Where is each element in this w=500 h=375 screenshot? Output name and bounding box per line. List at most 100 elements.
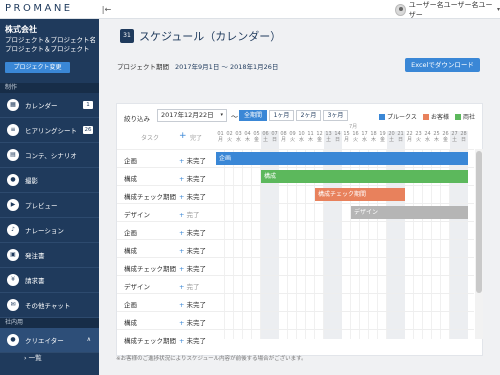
sidebar-item-invoice[interactable]: ¥ 請求書 [0, 268, 99, 293]
task-name[interactable]: 構成 [124, 245, 182, 255]
task-status-toggle[interactable]: + 未完了 [179, 245, 206, 255]
legend-label: 両社 [463, 114, 476, 121]
day-header: 06 土 [261, 131, 270, 149]
change-project-button[interactable]: プロジェクト変更 [5, 62, 70, 73]
task-status-toggle[interactable]: + 未完了 [179, 155, 206, 165]
day-header: 23 火 [414, 131, 423, 149]
chat-icon: ✉ [7, 299, 19, 311]
sidebar-item-label: ナレーション [25, 227, 64, 235]
sidebar-item-label: 請求書 [25, 277, 45, 285]
app-logo[interactable]: PROMANE [5, 3, 73, 14]
sidebar-item-calendar[interactable]: ▦ カレンダー 1 [0, 93, 99, 118]
day-header: 05 金 [252, 131, 261, 149]
day-weekday: 金 [253, 137, 259, 143]
task-name[interactable]: 構成 [124, 317, 182, 327]
date-select[interactable]: 2017年12月22日 ▾ [157, 109, 227, 122]
day-header: 12 金 [315, 131, 324, 149]
day-weekday: 日 [397, 137, 403, 143]
sidebar-item-creator[interactable]: ● クリエイター ∧ [0, 328, 99, 353]
sidebar-item-preview[interactable]: ▶ プレビュー [0, 193, 99, 218]
filter-label: 絞り込み [124, 115, 150, 123]
task-status-toggle[interactable]: + 未完了 [179, 263, 206, 273]
task-status: 未完了 [186, 229, 206, 237]
task-status: 未完了 [186, 265, 206, 273]
vertical-scrollbar[interactable] [475, 149, 483, 339]
task-status-toggle[interactable]: + 未完了 [179, 191, 206, 201]
task-status-toggle[interactable]: + 未完了 [179, 173, 206, 183]
task-name[interactable]: 構成チェック期間 [124, 263, 182, 273]
task-name[interactable]: 企画 [124, 155, 182, 165]
task-row: 構成 + 未完了 [117, 311, 474, 329]
day-header: 15 月 [342, 131, 351, 149]
excel-download-button[interactable]: Excelでダウンロード [405, 58, 480, 72]
microphone-icon: ♪ [7, 224, 19, 236]
legend-swatch [379, 113, 385, 120]
add-task-icon[interactable]: + [179, 131, 187, 141]
day-weekday: 木 [244, 137, 250, 143]
sidebar-item-storyboard[interactable]: ▤ コンテ、シナリオ [0, 143, 99, 168]
scrollbar-thumb[interactable] [476, 151, 482, 293]
day-header: 03 水 [234, 131, 243, 149]
task-status: 完了 [186, 283, 200, 291]
collapse-sidebar-icon[interactable]: |← [101, 4, 112, 15]
task-status-toggle[interactable]: + 完了 [179, 281, 199, 291]
day-weekday: 木 [433, 137, 439, 143]
calendar-icon: 31 [120, 29, 134, 43]
camera-icon: ● [7, 174, 19, 186]
day-header: 26 金 [441, 131, 450, 149]
day-header: 11 木 [306, 131, 315, 149]
task-status-toggle[interactable]: + 完了 [179, 209, 199, 219]
user-menu[interactable]: ユーザー名ユーザー名ユーザー ▾ [395, 1, 500, 19]
legend-label: お客様 [431, 114, 450, 121]
sidebar-item-label: ヒアリングシート [25, 127, 77, 135]
task-name[interactable]: 構成 [124, 173, 182, 183]
range-all-button[interactable]: 全期間 [239, 110, 267, 121]
task-status: 未完了 [186, 175, 206, 183]
task-name[interactable]: 企画 [124, 299, 182, 309]
day-header: 28 日 [459, 131, 468, 149]
sidebar-item-other-chat[interactable]: ✉ その他チャット [0, 293, 99, 318]
day-weekday: 月 [343, 137, 349, 143]
task-status: 未完了 [186, 301, 206, 309]
task-name[interactable]: デザイン [124, 209, 182, 219]
sidebar-item-shooting[interactable]: ● 撮影 [0, 168, 99, 193]
page-title: スケジュール（カレンダー） [139, 30, 282, 43]
top-bar: PROMANE |← ユーザー名ユーザー名ユーザー ▾ [0, 0, 500, 19]
project-period-label: プロジェクト期間 [117, 63, 169, 71]
day-header: 10 水 [297, 131, 306, 149]
schedule-bar[interactable]: 構成チェック期間 [315, 188, 405, 201]
plus-icon: + [179, 211, 185, 219]
count-badge: 1 [83, 101, 93, 109]
sidebar-item-label: 発注書 [25, 252, 45, 260]
day-weekday: 月 [280, 137, 286, 143]
plus-icon: + [179, 301, 185, 309]
task-name[interactable]: 構成チェック期間 [124, 191, 182, 201]
legend-label: プルークス [387, 114, 417, 121]
sidebar-item-hearing-sheet[interactable]: ≡ ヒアリングシート 26 [0, 118, 99, 143]
sidebar-item-narration[interactable]: ♪ ナレーション [0, 218, 99, 243]
schedule-bar[interactable]: デザイン [351, 206, 468, 219]
day-header: 09 火 [288, 131, 297, 149]
task-status-toggle[interactable]: + 未完了 [179, 335, 206, 345]
sidebar-item-purchase-order[interactable]: ▣ 発注書 [0, 243, 99, 268]
task-status-toggle[interactable]: + 未完了 [179, 299, 206, 309]
task-name[interactable]: 構成チェック期間 [124, 335, 182, 345]
sidebar-subitem-list[interactable]: › 一覧 [0, 351, 99, 365]
task-status-toggle[interactable]: + 未完了 [179, 317, 206, 327]
task-status: 完了 [186, 211, 200, 219]
day-header: 01 月 [216, 131, 225, 149]
range-2month-button[interactable]: 2ヶ月 [296, 110, 321, 121]
task-name[interactable]: デザイン [124, 281, 182, 291]
range-3month-button[interactable]: 3ヶ月 [323, 110, 348, 121]
task-name[interactable]: 企画 [124, 227, 182, 237]
script-icon: ▤ [7, 149, 19, 161]
range-1month-button[interactable]: 1ヶ月 [269, 110, 294, 121]
plus-icon: + [179, 229, 185, 237]
day-header: 16 火 [351, 131, 360, 149]
document-icon: ≡ [7, 124, 19, 136]
chevron-up-icon: ∧ [86, 336, 91, 343]
task-status-toggle[interactable]: + 未完了 [179, 227, 206, 237]
schedule-bar[interactable]: 企画 [216, 152, 468, 165]
schedule-bar[interactable]: 構成 [261, 170, 468, 183]
sidebar-item-label: コンテ、シナリオ [25, 152, 77, 160]
